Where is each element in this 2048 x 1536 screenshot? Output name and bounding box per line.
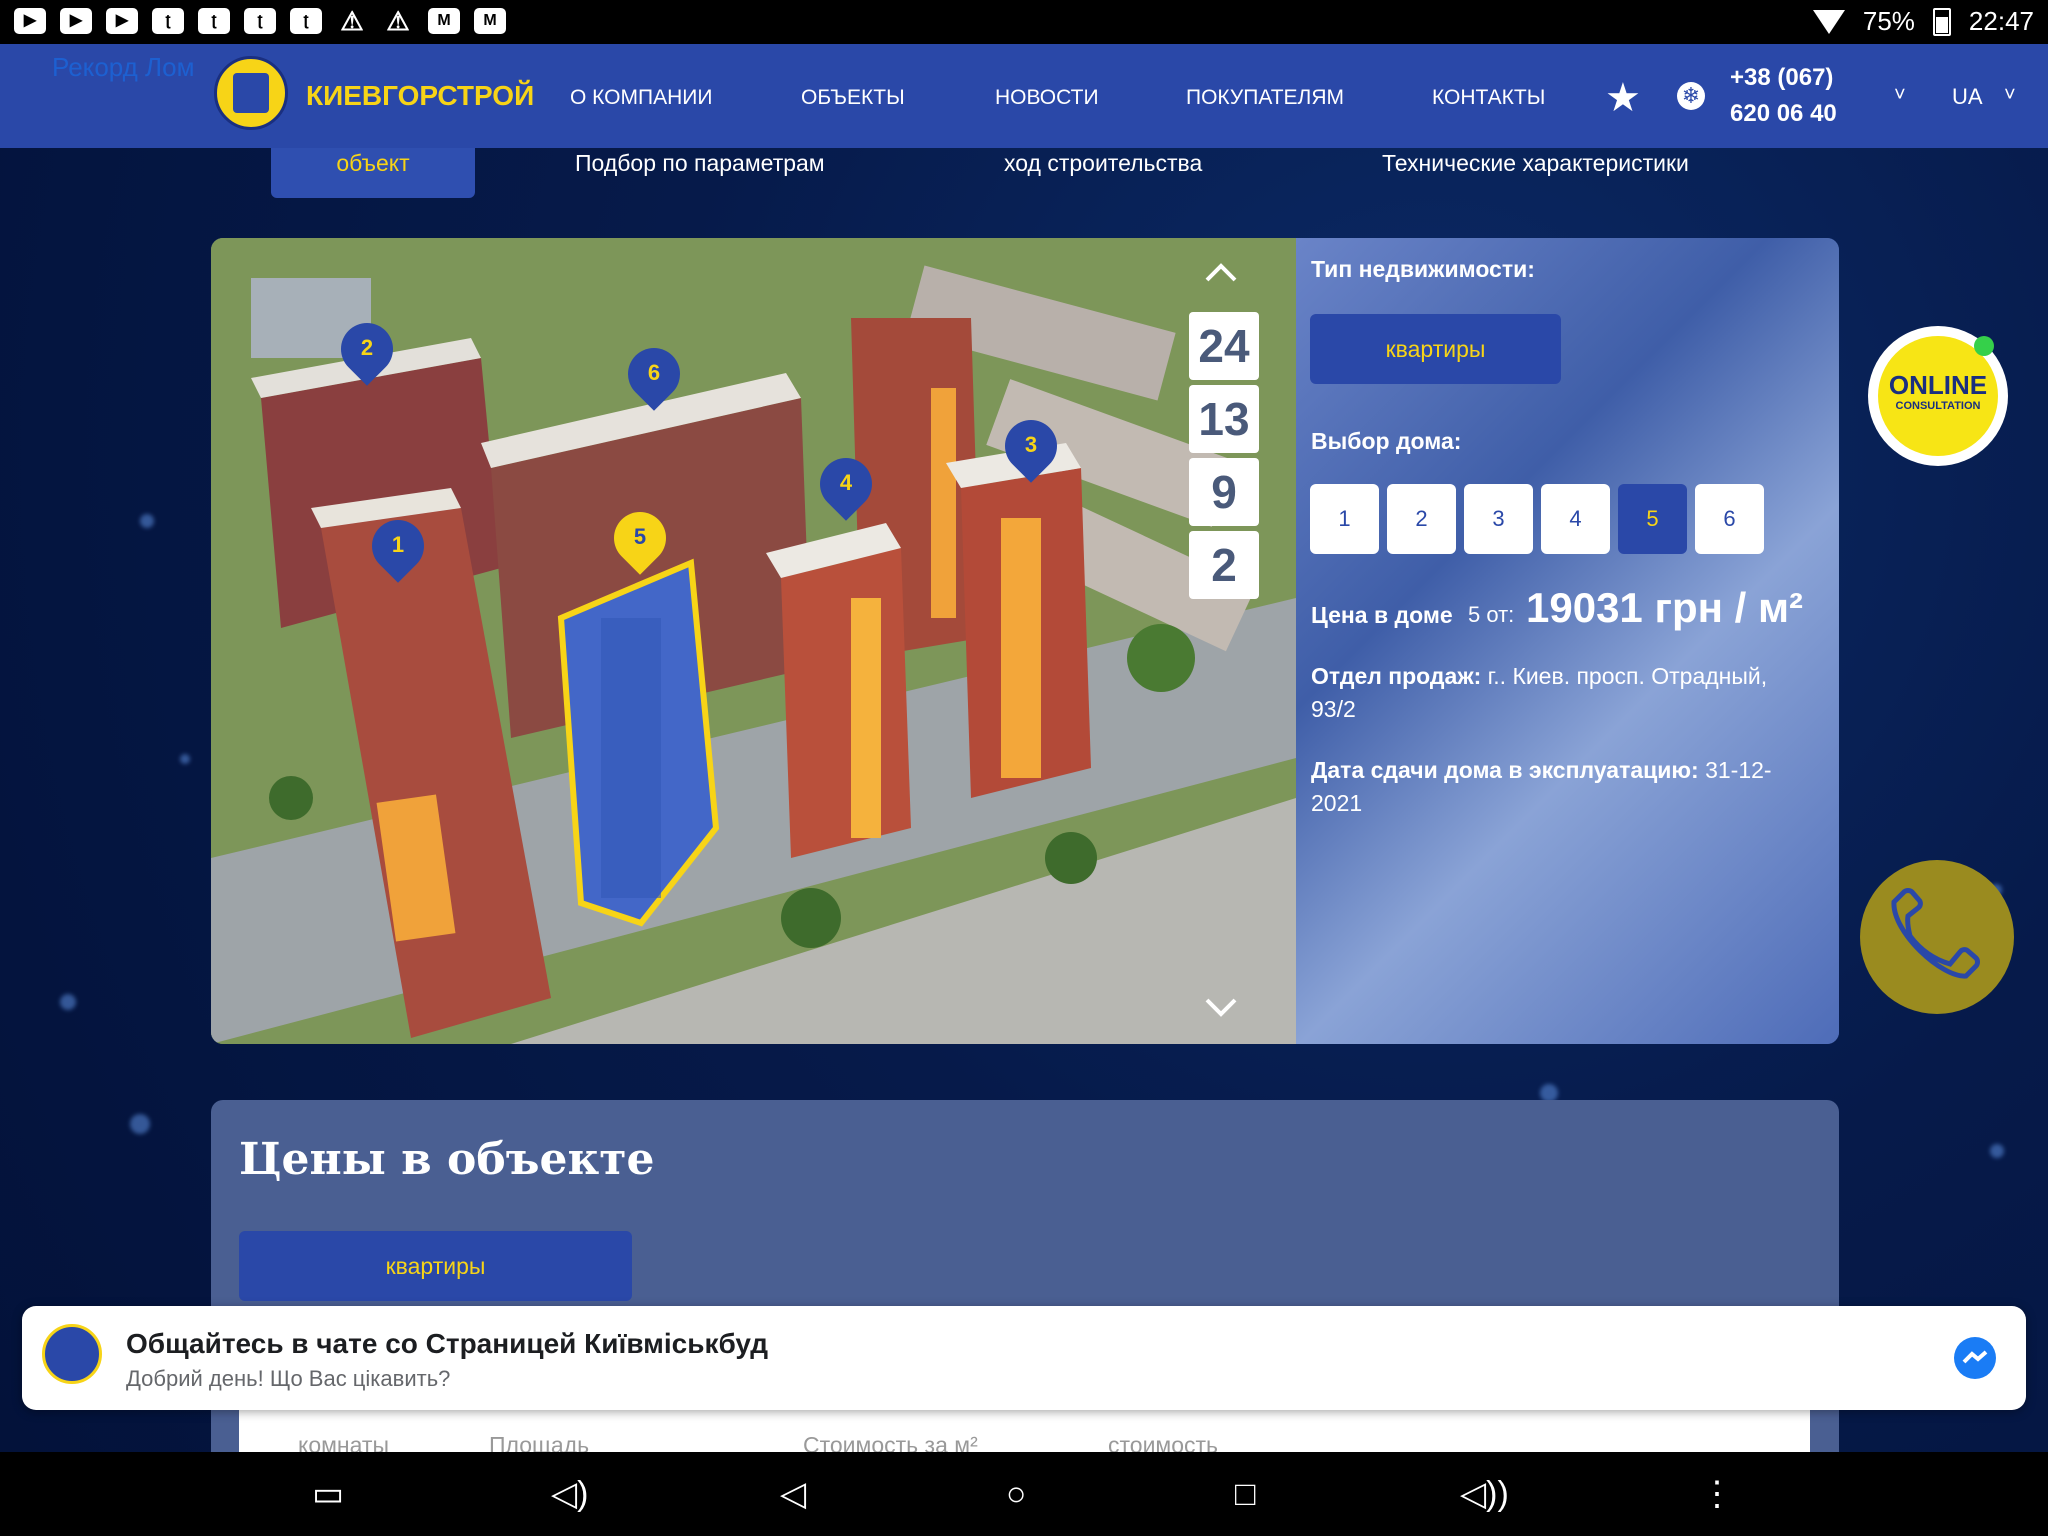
twitch-icon: ʈ	[290, 8, 322, 34]
house-button-2[interactable]: 2	[1387, 484, 1456, 554]
more-options-icon[interactable]: ⋮	[1700, 1474, 1734, 1514]
phone-chevron-down-icon[interactable]: ˅	[1894, 84, 1906, 107]
floor-option[interactable]: 2	[1189, 531, 1259, 599]
battery-percent: 75%	[1862, 6, 1915, 36]
nav-buyers[interactable]: ПОКУПАТЕЛЯМ	[1186, 86, 1344, 110]
warning-icon: ⚠	[386, 6, 410, 36]
overlay-ghost-text: Рекорд Лом	[52, 52, 195, 82]
house-button-5[interactable]: 5	[1618, 484, 1687, 554]
warning-icon: ⚠	[340, 6, 364, 36]
messenger-icon[interactable]	[1954, 1337, 1996, 1379]
gmail-icon: M	[474, 8, 506, 34]
object-card: 2 6 1 5 4 3	[211, 238, 1839, 1044]
house-button-1[interactable]: 1	[1310, 484, 1379, 554]
nav-objects[interactable]: ОБЪЕКТЫ	[801, 86, 905, 110]
language-selector[interactable]: UA	[1952, 84, 1983, 110]
tab-object[interactable]: объект	[271, 148, 475, 198]
commissioning-date-text: Дата сдачи дома в эксплуатацию: 31-12-20…	[1311, 754, 1811, 820]
home-icon[interactable]: ○	[1006, 1474, 1027, 1514]
house-select-label: Выбор дома:	[1311, 428, 1462, 454]
online-consultation-title: ONLINE	[1888, 370, 1988, 400]
company-logo[interactable]	[214, 56, 288, 130]
nav-about[interactable]: О КОМПАНИИ	[570, 86, 712, 110]
phone-handset-icon	[1891, 888, 1980, 979]
call-button[interactable]	[1860, 860, 2014, 1014]
sales-office-text: Отдел продаж: г.. Киев. просп. Отрадный,…	[1311, 660, 1811, 726]
floor-down-chevron-icon[interactable]	[1203, 990, 1239, 1026]
tab-construction-progress[interactable]: ход строительства	[1004, 148, 1202, 178]
prices-type-button[interactable]: квартиры	[239, 1231, 632, 1301]
floor-up-chevron-icon[interactable]	[1203, 254, 1239, 290]
house-pin-label: 2	[360, 335, 374, 360]
favorites-star-icon[interactable]: ★	[1605, 78, 1641, 118]
online-consultation-subtitle: CONSULTATION	[1895, 400, 1981, 412]
property-type-label: Тип недвижимости:	[1311, 256, 1535, 282]
youtube-icon: ▶	[14, 8, 46, 34]
volume-up-icon[interactable]: ◁))	[1460, 1474, 1509, 1514]
sales-office-label: Отдел продаж:	[1311, 663, 1482, 689]
price-per-sqm: 19031 грн / м²	[1526, 584, 1804, 631]
floor-option[interactable]: 13	[1189, 385, 1259, 453]
house-pin-label: 5	[633, 524, 647, 549]
brand-name[interactable]: КИЕВГОРСТРОЙ	[306, 80, 534, 112]
wifi-icon	[1812, 9, 1845, 34]
phone-number-line2[interactable]: 620 06 40	[1730, 100, 1837, 128]
screenshot-icon[interactable]: ▭	[312, 1474, 344, 1514]
house-pin-label: 6	[647, 360, 661, 385]
online-status-dot	[1974, 336, 1994, 356]
page-avatar	[42, 1324, 102, 1384]
house-pin-label: 1	[391, 532, 405, 557]
complex-aerial-render: 2 6 1 5 4 3	[211, 238, 1296, 1044]
tab-technical-specs[interactable]: Технические характеристики	[1382, 148, 1689, 178]
nav-news[interactable]: НОВОСТИ	[995, 86, 1099, 110]
property-type-button[interactable]: квартиры	[1310, 314, 1561, 384]
chat-title: Общайтесь в чате со Страницей Київміськб…	[126, 1328, 769, 1359]
house-pin-label: 4	[839, 470, 853, 495]
floor-option[interactable]: 24	[1189, 312, 1259, 380]
house-button-4[interactable]: 4	[1541, 484, 1610, 554]
chat-subtitle: Добрий день! Що Вас цікавить?	[126, 1366, 451, 1391]
price-label: Цена в доме	[1311, 602, 1453, 628]
prices-title: Цены в объекте	[239, 1134, 655, 1185]
clock: 22:47	[1968, 6, 2034, 36]
recents-icon[interactable]: □	[1235, 1474, 1256, 1514]
volume-down-icon[interactable]: ◁)	[551, 1474, 588, 1514]
floor-option[interactable]: 9	[1189, 458, 1259, 526]
commissioning-date-label: Дата сдачи дома в эксплуатацию:	[1311, 757, 1699, 783]
twitch-icon: ʈ	[152, 8, 184, 34]
status-bar: ▶ ▶ ▶ ʈ ʈ ʈ ʈ ⚠ ⚠ M M 75% 22:47	[0, 0, 2048, 44]
tab-parameter-search[interactable]: Подбор по параметрам	[575, 148, 825, 178]
twitch-icon: ʈ	[198, 8, 230, 34]
twitch-icon: ʈ	[244, 8, 276, 34]
price-house-number: 5 от:	[1468, 602, 1515, 627]
youtube-icon: ▶	[106, 8, 138, 34]
nav-contacts[interactable]: КОНТАКТЫ	[1432, 86, 1545, 110]
back-icon[interactable]: ◁	[780, 1474, 806, 1514]
house-button-3[interactable]: 3	[1464, 484, 1533, 554]
gmail-icon: M	[428, 8, 460, 34]
house-button-6[interactable]: 6	[1695, 484, 1764, 554]
youtube-icon: ▶	[60, 8, 92, 34]
snowflake-icon[interactable]: ❄	[1677, 82, 1705, 110]
battery-icon	[1932, 7, 1951, 36]
phone-number-line1[interactable]: +38 (067)	[1730, 64, 1833, 92]
house-pin-label: 3	[1024, 432, 1038, 457]
language-chevron-down-icon[interactable]: ˅	[2004, 84, 2016, 107]
